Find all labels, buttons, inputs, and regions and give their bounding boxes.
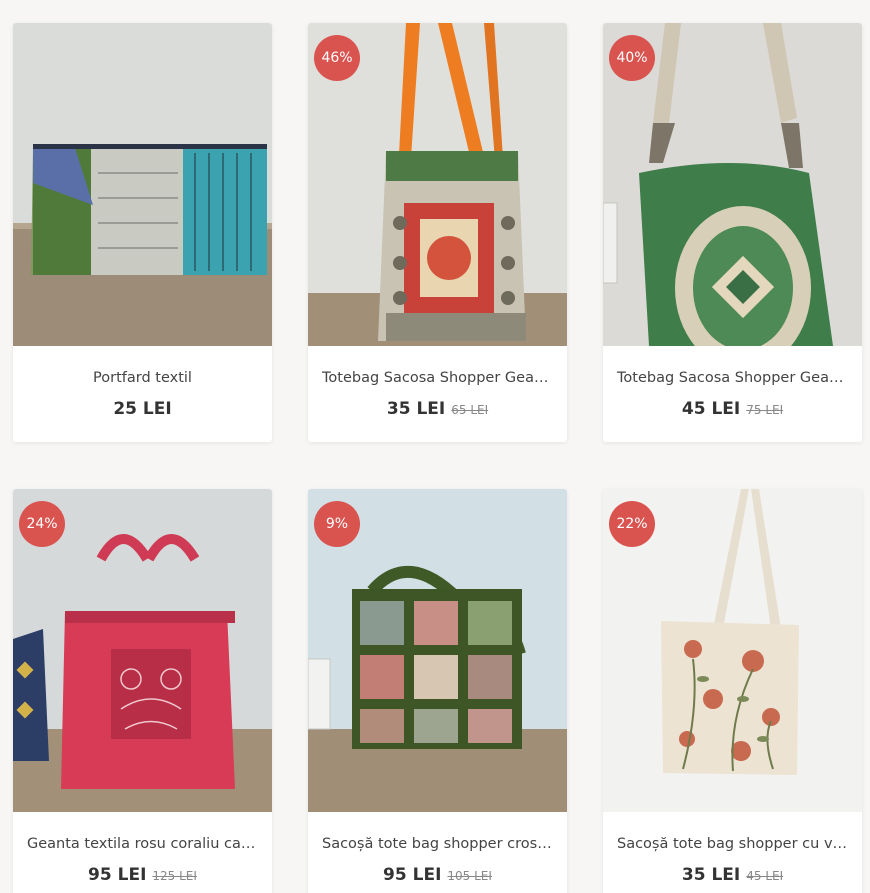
discount-badge: 9% [314, 501, 360, 547]
product-old-price: 75 LEI [746, 403, 784, 417]
product-old-price: 105 LEI [447, 869, 492, 883]
product-prices: 95 LEI 105 LEI [308, 865, 567, 885]
product-prices: 35 LEI 45 LEI [603, 865, 862, 885]
product-card[interactable]: 40% Totebag Sacosa Shopper Geant... 45 L… [603, 23, 862, 442]
product-price: 25 LEI [113, 399, 172, 419]
product-card[interactable]: 22% Sacoșă tote bag shopper cu vol... 35… [603, 489, 862, 893]
product-title[interactable]: Geanta textila rosu coraliu capt... [13, 836, 272, 852]
product-card[interactable]: Portfard textil 25 LEI [13, 23, 272, 442]
product-price: 35 LEI [386, 399, 446, 419]
product-card[interactable]: 9% Sacoșă tote bag shopper croset... 95 … [308, 489, 567, 893]
product-old-price: 45 LEI [746, 869, 784, 883]
discount-badge: 24% [19, 501, 65, 547]
product-price: 35 LEI [681, 865, 741, 885]
product-photo[interactable] [13, 23, 272, 346]
discount-badge: 40% [609, 35, 655, 81]
product-old-price: 65 LEI [451, 403, 489, 417]
product-prices: 35 LEI 65 LEI [308, 399, 567, 419]
product-grid: Portfard textil 25 LEI 46% Totebag Sacos… [13, 23, 862, 893]
product-photo[interactable]: 40% [603, 23, 862, 346]
product-title[interactable]: Totebag Sacosa Shopper Geant... [603, 370, 862, 386]
product-photo[interactable]: 24% [13, 489, 272, 812]
product-photo[interactable]: 9% [308, 489, 567, 812]
product-price: 95 LEI [383, 865, 442, 885]
product-card[interactable]: 46% Totebag Sacosa Shopper Geant... 35 L… [308, 23, 567, 442]
product-title[interactable]: Portfard textil [13, 370, 272, 386]
product-info: Geanta textila rosu coraliu capt... 95 L… [13, 812, 272, 893]
product-title[interactable]: Sacoșă tote bag shopper cu vol... [603, 836, 862, 852]
product-prices: 25 LEI [13, 399, 272, 419]
product-old-price: 125 LEI [152, 869, 197, 883]
product-photo[interactable]: 22% [603, 489, 862, 812]
product-info: Portfard textil 25 LEI [13, 346, 272, 442]
product-prices: 45 LEI 75 LEI [603, 399, 862, 419]
product-photo[interactable]: 46% [308, 23, 567, 346]
product-info: Sacoșă tote bag shopper croset... 95 LEI… [308, 812, 567, 893]
product-title[interactable]: Sacoșă tote bag shopper croset... [308, 836, 567, 852]
product-card[interactable]: 24% Geanta textila rosu coraliu capt... … [13, 489, 272, 893]
product-info: Sacoșă tote bag shopper cu vol... 35 LEI… [603, 812, 862, 893]
product-title[interactable]: Totebag Sacosa Shopper Geant... [308, 370, 567, 386]
product-prices: 95 LEI 125 LEI [13, 865, 272, 885]
discount-badge: 46% [314, 35, 360, 81]
discount-badge: 22% [609, 501, 655, 547]
product-info: Totebag Sacosa Shopper Geant... 35 LEI 6… [308, 346, 567, 442]
product-price: 95 LEI [88, 865, 147, 885]
product-info: Totebag Sacosa Shopper Geant... 45 LEI 7… [603, 346, 862, 442]
product-price: 45 LEI [681, 399, 741, 419]
